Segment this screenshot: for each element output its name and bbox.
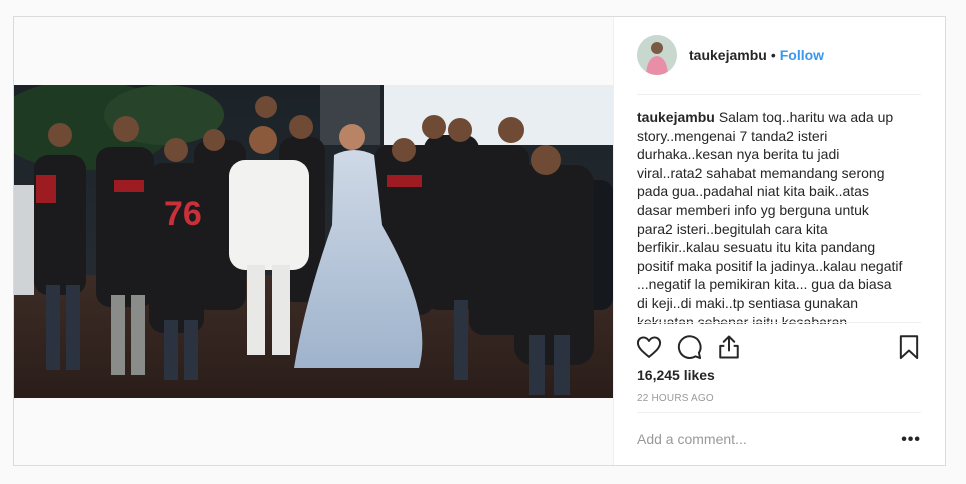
comment-button[interactable] xyxy=(675,333,703,361)
add-comment-input[interactable]: Add a comment... xyxy=(637,431,747,447)
heart-icon xyxy=(636,336,662,358)
share-upload-icon xyxy=(719,335,739,359)
bookmark-icon xyxy=(899,335,919,360)
comment-bubble-icon xyxy=(677,335,702,360)
post-header: taukejambu • Follow xyxy=(637,35,921,75)
post-card: 76 taukejambu • Follow taukejambu Salam … xyxy=(13,16,946,466)
follow-button[interactable]: Follow xyxy=(780,47,824,63)
post-photo[interactable]: 76 xyxy=(14,85,613,398)
caption-username[interactable]: taukejambu xyxy=(637,109,715,125)
post-sidebar: taukejambu • Follow taukejambu Salam toq.… xyxy=(613,17,945,465)
caption-text: Salam toq..haritu wa ada up story..menge… xyxy=(637,109,903,324)
post-caption: taukejambu Salam toq..haritu wa ada up st… xyxy=(637,108,905,324)
avatar[interactable] xyxy=(637,35,677,75)
action-bar xyxy=(635,333,923,361)
likes-count[interactable]: 16,245 likes xyxy=(637,367,715,383)
divider xyxy=(637,322,921,323)
divider xyxy=(637,412,921,413)
post-media-area: 76 xyxy=(14,17,614,465)
more-options-icon[interactable]: ••• xyxy=(901,431,921,449)
like-button[interactable] xyxy=(635,333,663,361)
save-button[interactable] xyxy=(895,333,923,361)
share-button[interactable] xyxy=(715,333,743,361)
divider xyxy=(637,94,921,95)
avatar-image xyxy=(637,35,677,75)
header-username[interactable]: taukejambu xyxy=(689,47,767,63)
group-photo-illustration: 76 xyxy=(14,85,613,398)
post-timestamp[interactable]: 22 HOURS AGO xyxy=(637,393,714,404)
svg-text:76: 76 xyxy=(164,195,202,233)
header-separator: • xyxy=(770,47,776,63)
